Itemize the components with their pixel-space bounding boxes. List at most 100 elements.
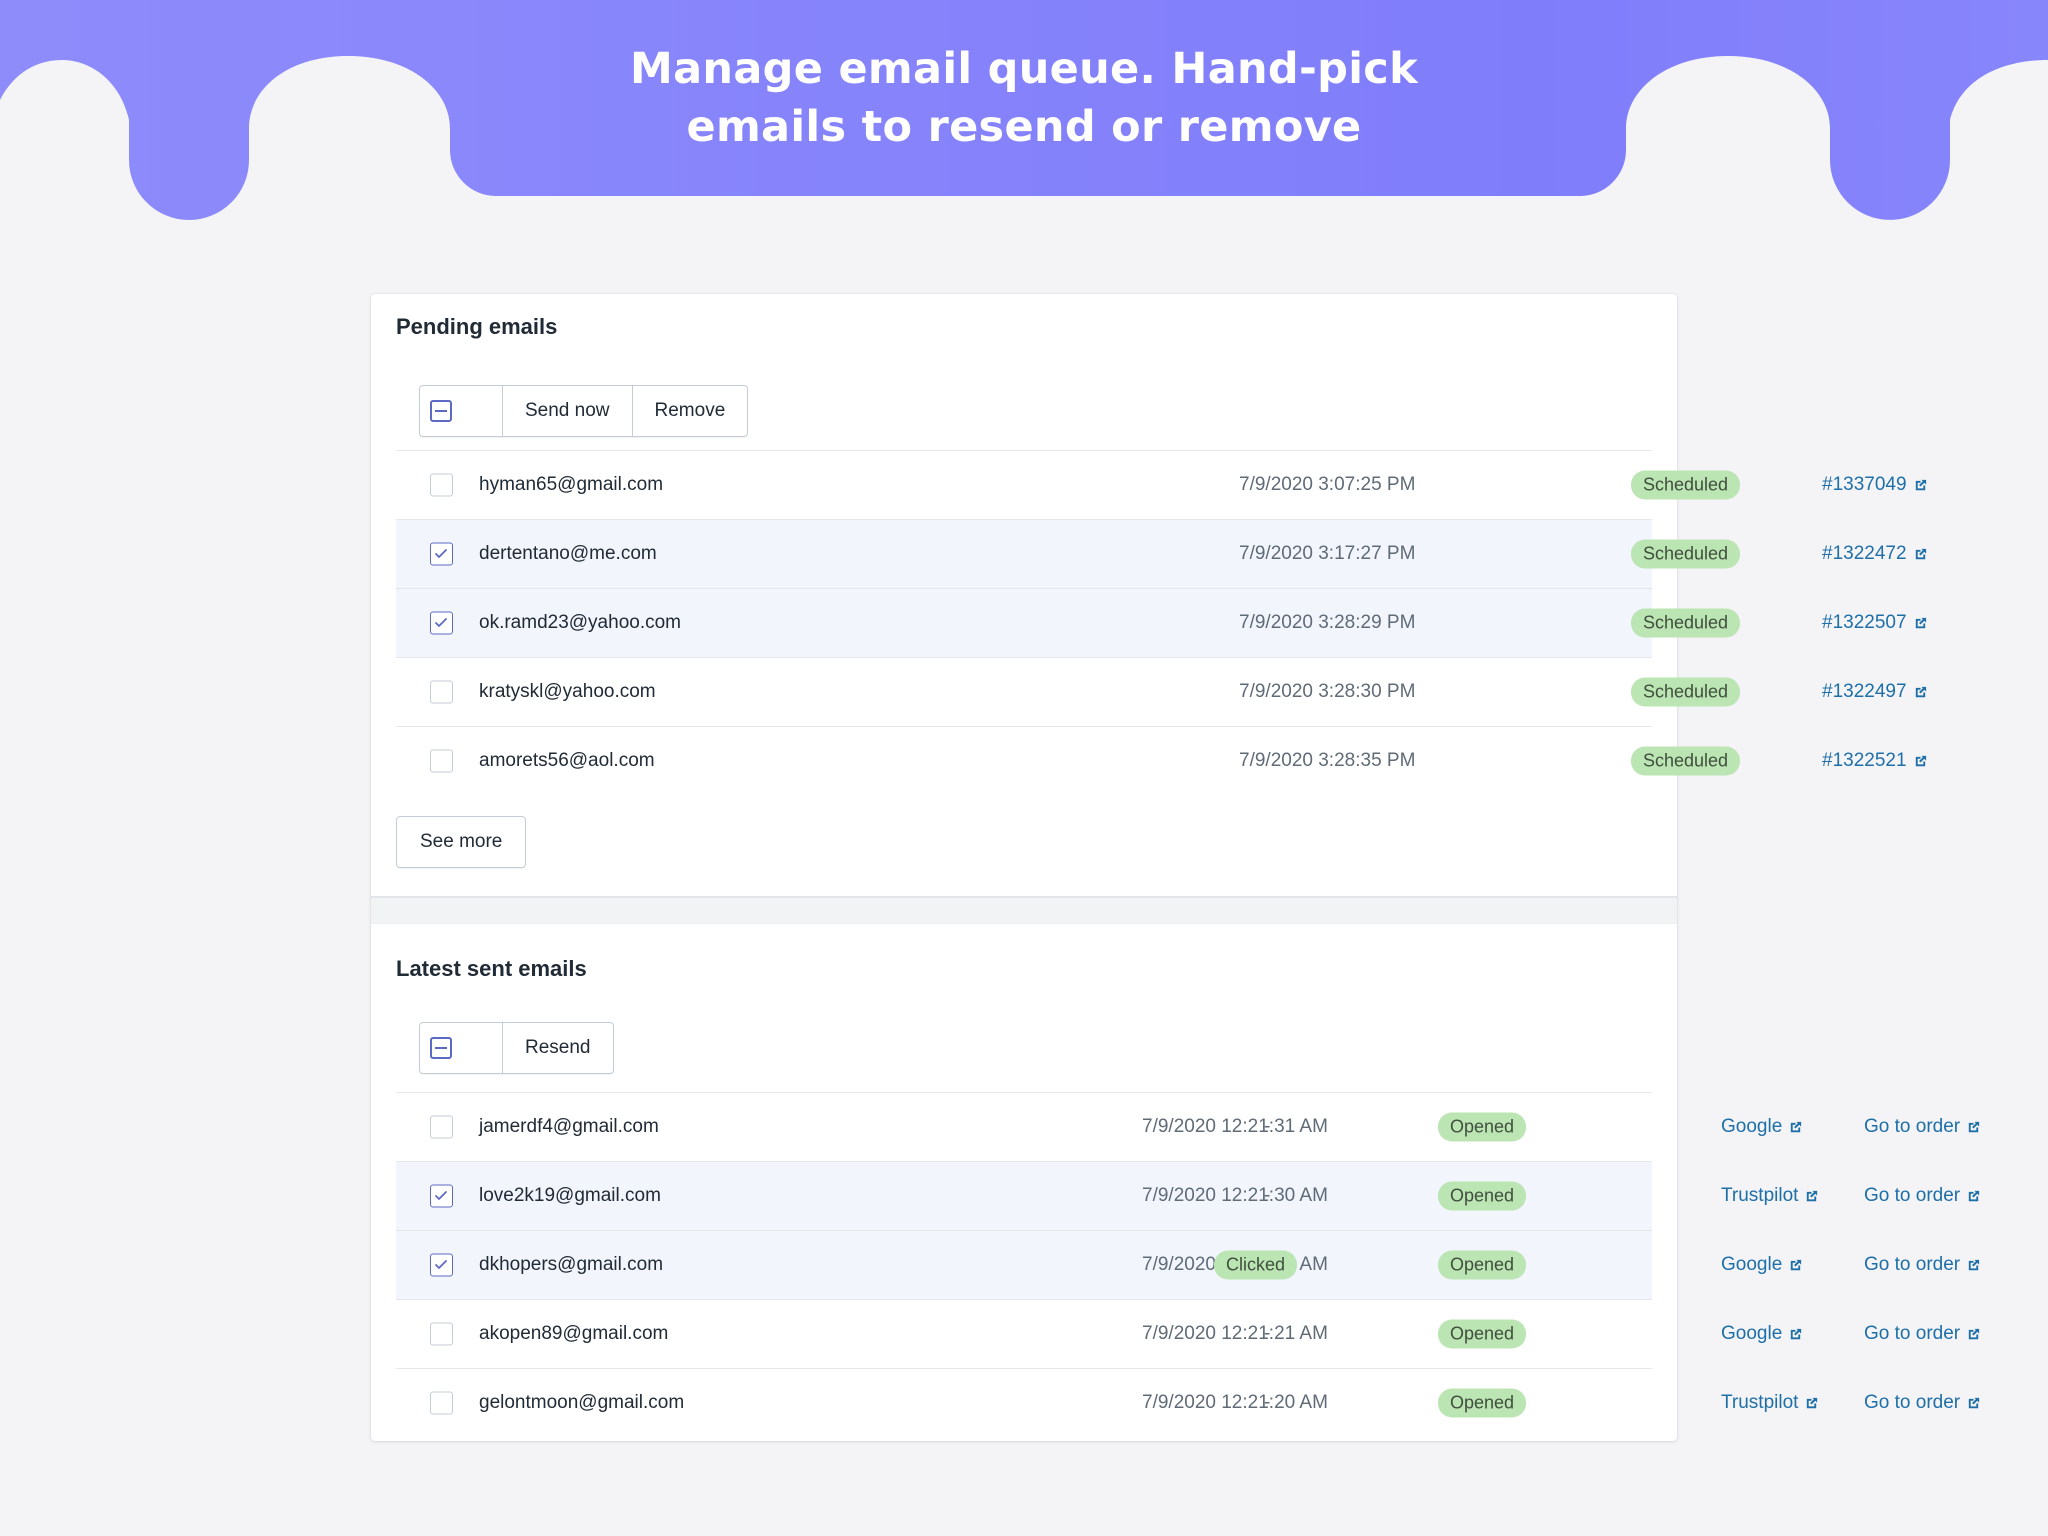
review-platform-link[interactable]: Google [1721,1116,1803,1138]
resend-button[interactable]: Resend [503,1023,613,1073]
external-link-icon [1915,686,1926,697]
external-link-icon [1791,1121,1802,1132]
order-link[interactable]: #1322497 [1822,681,1928,703]
scheduled-date: 7/9/2020 3:28:30 PM [1239,681,1416,702]
recipient-email: hyman65@gmail.com [479,474,664,495]
recipient-email: kratyskl@yahoo.com [479,681,656,702]
go-to-order-link[interactable]: Go to order [1864,1185,1981,1207]
row-checkbox[interactable] [430,1253,453,1277]
clicked-badge: Clicked [1214,1250,1298,1280]
external-link-icon [1915,548,1926,559]
go-to-order-label: Go to order [1864,1185,1961,1206]
recipient-email: dertentano@me.com [479,543,657,564]
opened-badge: Opened [1438,1319,1527,1349]
section-title: Pending emails [396,314,558,339]
opened-badge: Opened [1438,1181,1527,1211]
sent-date: 7/9/2020 12:21:21 AM [1142,1323,1328,1344]
table-row[interactable]: amorets56@aol.com 7/9/2020 3:28:35 PM Sche… [396,726,1926,795]
table-row[interactable]: ok.ramd23@yahoo.com 7/9/2020 3:28:29 PM Sc… [396,588,1926,657]
review-platform-link[interactable]: Trustpilot [1721,1185,1819,1207]
go-to-order-link[interactable]: Go to order [1864,1392,1981,1414]
review-platform-link[interactable]: Google [1721,1254,1803,1276]
see-more-button[interactable]: See more [396,816,527,868]
go-to-order-label: Go to order [1864,1254,1961,1275]
recipient-email: gelontmoon@gmail.com [479,1392,685,1413]
order-number: #1322521 [1822,750,1907,771]
table-row[interactable]: kratyskl@yahoo.com 7/9/2020 3:28:30 PM Sch… [396,657,1926,726]
order-link[interactable]: #1322521 [1822,750,1928,772]
status-badge: Scheduled [1631,608,1741,638]
section-divider [371,896,1677,924]
external-link-icon [1915,479,1926,490]
platform-name: Trustpilot [1721,1392,1799,1413]
status-badge: Scheduled [1631,470,1741,500]
section-title: Latest sent emails [396,956,587,981]
go-to-order-link[interactable]: Go to order [1864,1254,1981,1276]
bulk-actions: Resend [419,1022,614,1074]
external-link-icon [1968,1397,1980,1408]
opened-badge: Opened [1438,1388,1527,1418]
row-checkbox[interactable] [430,473,453,497]
go-to-order-label: Go to order [1864,1323,1961,1344]
headline-line-2: emails to resend or remove [686,102,1362,152]
pending-emails-section: Pending emails Send now Remove hyman65@g… [371,294,1926,896]
row-checkbox[interactable] [430,1391,453,1415]
row-checkbox[interactable] [430,542,453,566]
table-row[interactable]: akopen89@gmail.com 7/9/2020 12:21:21 AM Op… [396,1299,1980,1368]
order-number: #1337049 [1822,474,1907,495]
clicked-empty: - [1264,1392,1271,1413]
review-platform-link[interactable]: Trustpilot [1721,1392,1819,1414]
go-to-order-link[interactable]: Go to order [1864,1116,1981,1138]
order-link[interactable]: #1322507 [1822,612,1928,634]
indeterminate-icon [430,400,452,422]
table-row[interactable]: dkhopers@gmail.com7/9/2020 12:21:30 AMOp… [396,1230,1980,1299]
row-checkbox[interactable] [430,680,453,704]
status-badge: Scheduled [1631,746,1741,776]
table-row[interactable]: love2k19@gmail.com 7/9/2020 12:21:30 AM Op… [396,1161,1980,1230]
pending-email-list: hyman65@gmail.com 7/9/2020 3:07:25 PM Sche… [396,450,1926,795]
headline-line-1: Manage email queue. Hand-pick [630,44,1418,94]
table-row[interactable]: gelontmoon@gmail.com 7/9/2020 12:21:20 AM… [396,1368,1980,1437]
platform-name: Google [1721,1116,1783,1137]
email-queue-card: Pending emails Send now Remove hyman65@g… [371,294,1980,1441]
row-checkbox[interactable] [430,1184,453,1208]
external-link-icon [1968,1259,1980,1270]
order-link[interactable]: #1337049 [1822,474,1928,496]
external-link-icon [1807,1190,1818,1201]
status-badge: Scheduled [1631,677,1741,707]
go-to-order-label: Go to order [1864,1116,1961,1137]
go-to-order-link[interactable]: Go to order [1864,1323,1981,1345]
clicked-empty: - [1264,1185,1271,1206]
table-row[interactable]: hyman65@gmail.com 7/9/2020 3:07:25 PM Sche… [396,450,1926,519]
remove-button[interactable]: Remove [633,386,748,436]
select-all-checkbox[interactable] [420,1023,503,1073]
order-number: #1322507 [1822,612,1907,633]
platform-name: Google [1721,1254,1783,1275]
bulk-actions: Send now Remove [419,385,749,437]
platform-name: Trustpilot [1721,1185,1799,1206]
table-row[interactable]: dertentano@me.com 7/9/2020 3:17:27 PM Sche… [396,519,1926,588]
order-link[interactable]: #1322472 [1822,543,1928,565]
row-checkbox[interactable] [430,1322,453,1346]
sent-date: 7/9/2020 12:21:30 AM [1142,1185,1328,1206]
select-all-checkbox[interactable] [420,386,503,436]
indeterminate-icon [430,1037,452,1059]
external-link-icon [1791,1328,1802,1339]
recipient-email: ok.ramd23@yahoo.com [479,612,681,633]
send-now-button[interactable]: Send now [503,386,633,436]
recipient-email: amorets56@aol.com [479,750,655,771]
platform-name: Google [1721,1323,1783,1344]
external-link-icon [1915,755,1926,766]
recipient-email: love2k19@gmail.com [479,1185,661,1206]
external-link-icon [1968,1190,1980,1201]
recipient-email: akopen89@gmail.com [479,1323,669,1344]
sent-email-list: jamerdf4@gmail.com 7/9/2020 12:21:31 AM Op… [396,1092,1980,1437]
row-checkbox[interactable] [430,749,453,773]
clicked-empty: - [1264,1116,1271,1137]
row-checkbox[interactable] [430,611,453,635]
review-platform-link[interactable]: Google [1721,1323,1803,1345]
sent-date: 7/9/2020 12:21:20 AM [1142,1392,1328,1413]
table-row[interactable]: jamerdf4@gmail.com 7/9/2020 12:21:31 AM Op… [396,1092,1980,1161]
sent-date: 7/9/2020 12:21:31 AM [1142,1116,1328,1137]
row-checkbox[interactable] [430,1115,453,1139]
